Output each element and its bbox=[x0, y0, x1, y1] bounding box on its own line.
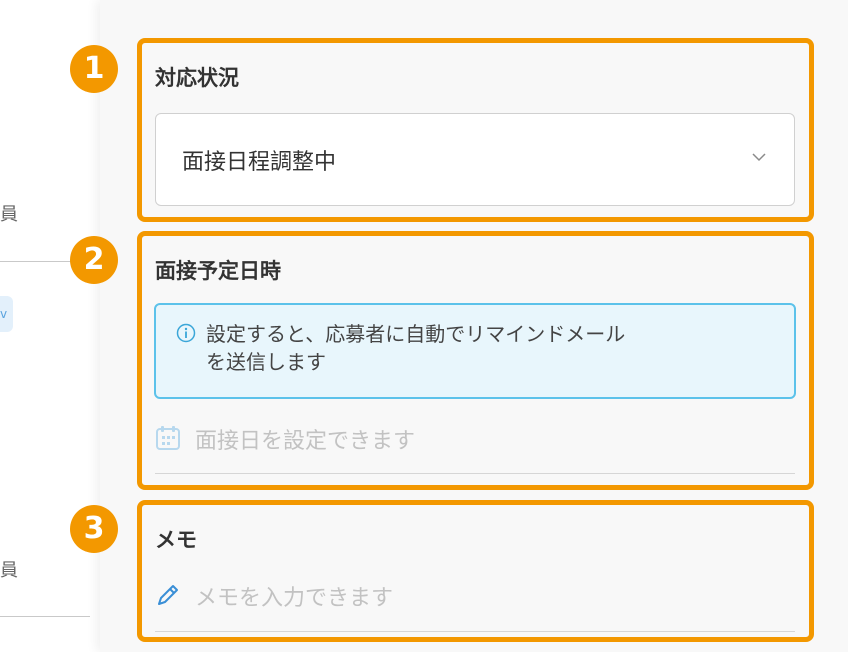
left-divider bbox=[0, 616, 90, 617]
status-section-title: 対応状況 bbox=[155, 66, 239, 90]
memo-placeholder: メモを入力できます bbox=[195, 586, 394, 611]
step-badge-2: 2 bbox=[70, 236, 118, 284]
memo-section-title: メモ bbox=[155, 528, 197, 552]
status-select[interactable]: 面接日程調整中 bbox=[155, 113, 795, 206]
status-select-value: 面接日程調整中 bbox=[182, 150, 337, 175]
memo-section-highlight bbox=[137, 500, 814, 642]
memo-underline bbox=[155, 631, 795, 632]
memo-input[interactable]: メモを入力できます bbox=[155, 576, 795, 616]
interview-date-underline bbox=[155, 473, 795, 474]
reminder-info-text: 設定すると、応募者に自動でリマインドメール を送信します bbox=[206, 322, 626, 374]
left-list-text: 員 bbox=[0, 204, 18, 225]
pencil-icon bbox=[158, 585, 178, 605]
left-list-text: 員 bbox=[0, 560, 18, 581]
reminder-info-box: 設定すると、応募者に自動でリマインドメール を送信します bbox=[154, 303, 796, 399]
calendar-icon bbox=[156, 426, 180, 450]
background-list-panel: 員 v 員 bbox=[0, 0, 100, 652]
step-badge-1: 1 bbox=[70, 45, 118, 93]
step-badge-3: 3 bbox=[70, 505, 118, 553]
interview-date-input[interactable]: 面接日を設定できます bbox=[155, 419, 795, 459]
interview-date-placeholder: 面接日を設定できます bbox=[195, 429, 416, 454]
interview-section-title: 面接予定日時 bbox=[155, 259, 281, 283]
chevron-down-icon bbox=[752, 153, 766, 162]
left-status-chip[interactable]: v bbox=[0, 296, 13, 332]
info-icon bbox=[176, 323, 196, 343]
